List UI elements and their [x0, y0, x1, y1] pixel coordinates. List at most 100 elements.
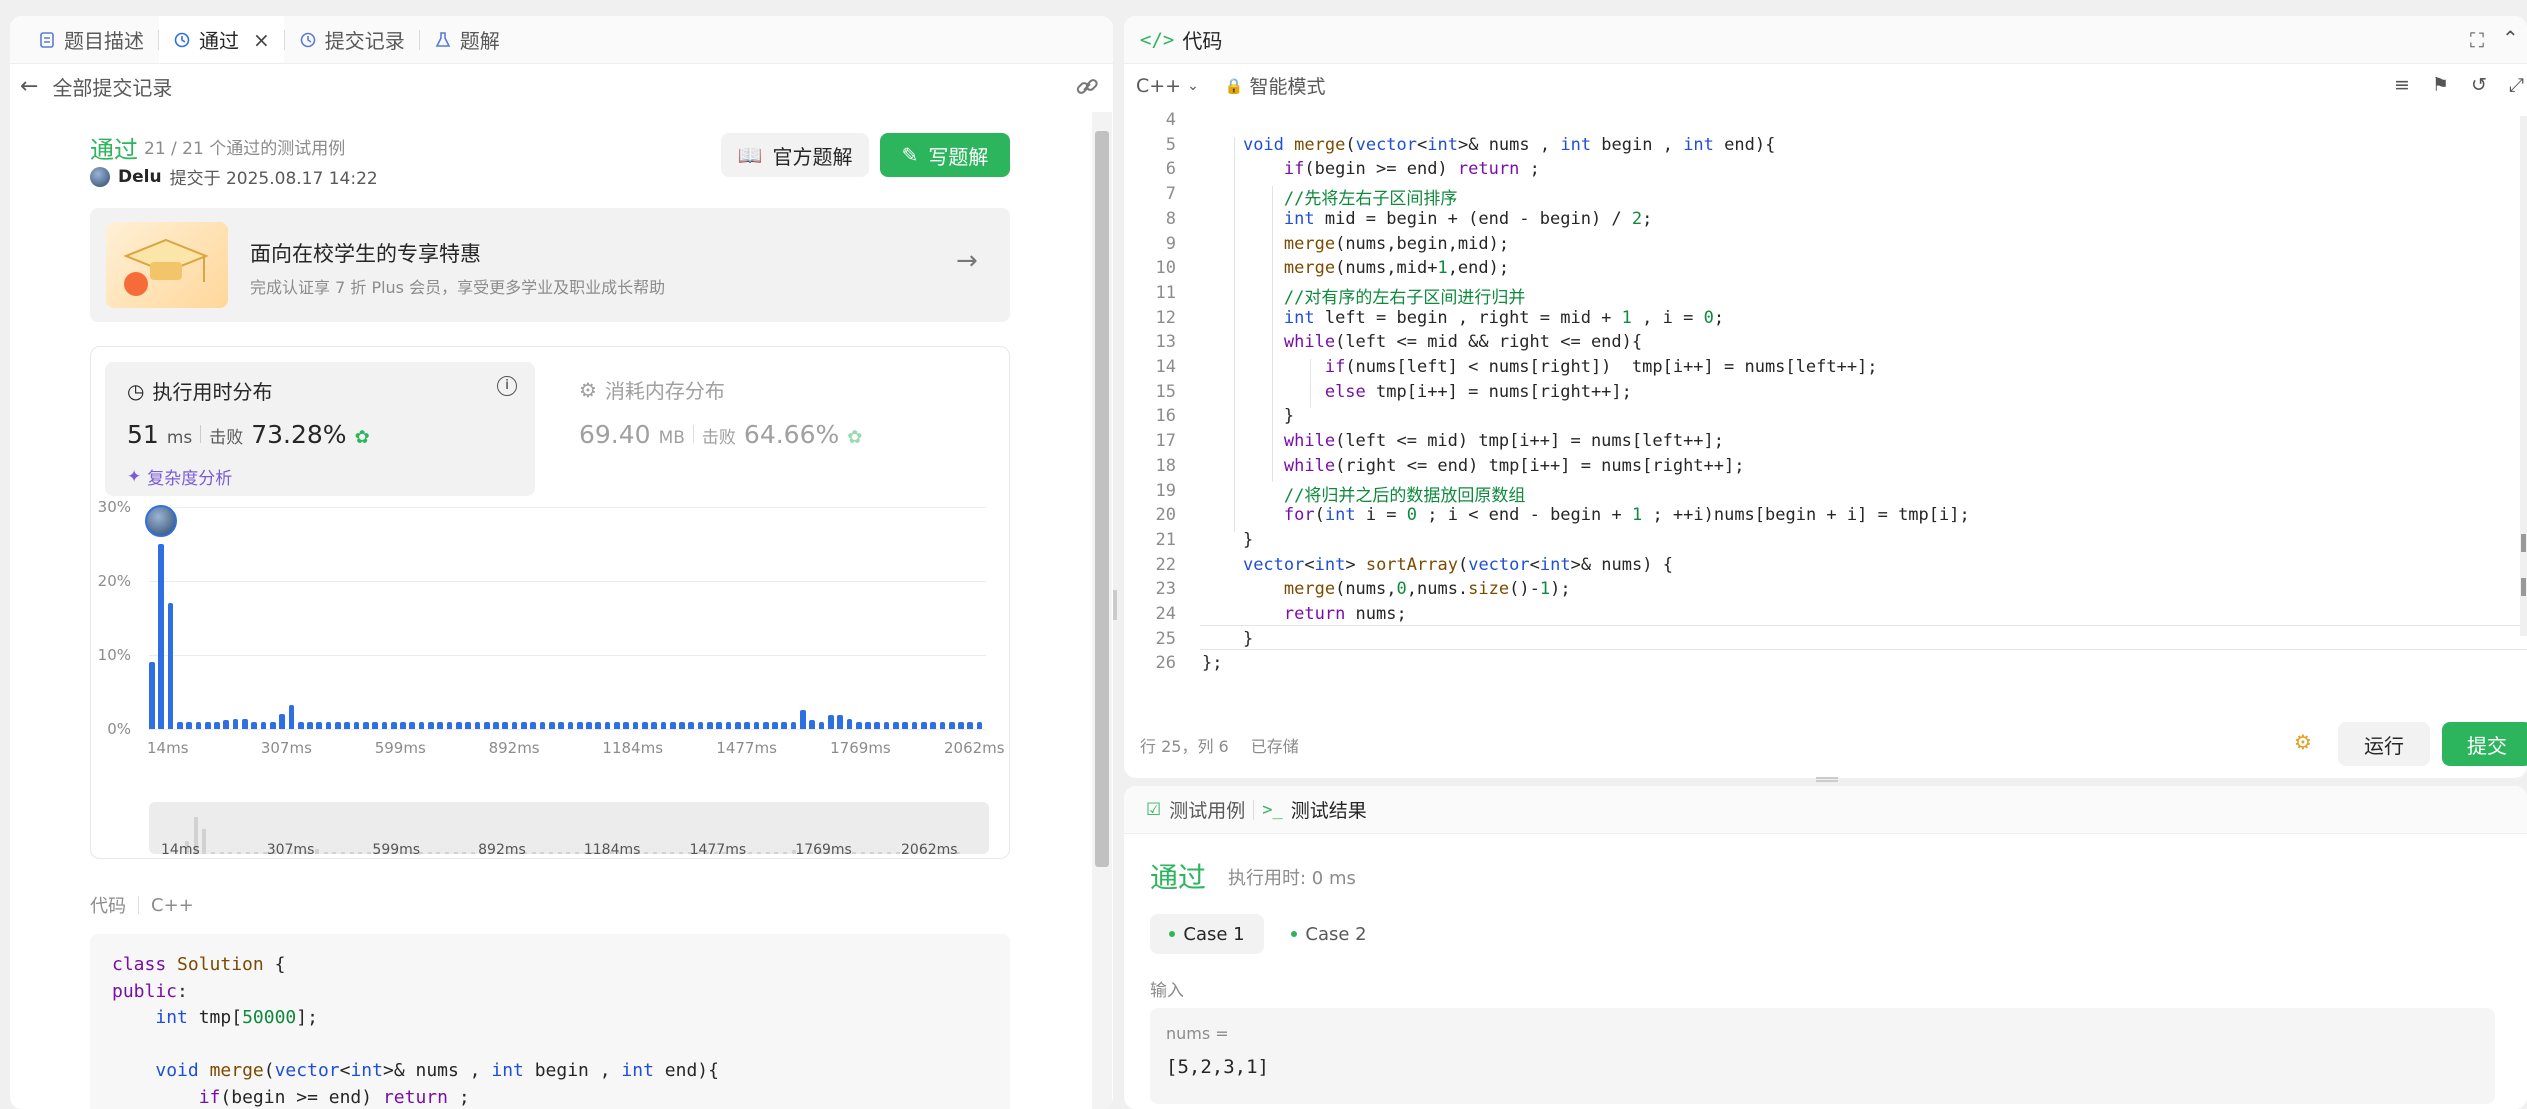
chart-bar[interactable] — [362, 721, 369, 729]
chart-bar[interactable] — [883, 721, 890, 729]
code-line[interactable]: merge(nums,mid+1,end); — [1202, 258, 1509, 278]
close-icon[interactable]: × — [253, 28, 270, 52]
scrollbar-thumb[interactable] — [1095, 131, 1109, 867]
language-select[interactable]: C++ ⌄ — [1136, 75, 1199, 97]
link-icon[interactable] — [1074, 74, 1100, 104]
chart-bar[interactable] — [325, 721, 332, 729]
chart-bar[interactable] — [204, 721, 211, 729]
code-line[interactable]: int mid = begin + (end - begin) / 2; — [1202, 209, 1653, 229]
chart-bar[interactable] — [409, 721, 416, 729]
tab-submissions[interactable]: 提交记录 — [285, 16, 419, 63]
chart-bar[interactable] — [958, 721, 964, 729]
chart-bar[interactable] — [195, 721, 202, 729]
chart-bar[interactable] — [865, 721, 871, 729]
chart-bar[interactable] — [669, 721, 676, 729]
chart-bar[interactable] — [781, 721, 788, 729]
tab-solutions[interactable]: 题解 — [420, 16, 514, 63]
chart-bar[interactable] — [335, 721, 341, 729]
code-line[interactable]: if(begin >= end) return ; — [1202, 159, 1540, 179]
code-line[interactable]: void merge(vector<int>& nums , int begin… — [1202, 135, 1775, 155]
chart-bar[interactable] — [493, 721, 499, 729]
code-line[interactable]: //将归并之后的数据放回原数组 — [1202, 481, 1525, 506]
runtime-chart[interactable]: 30% 20% 10% 0% 14ms 307ms 599ms 892ms 1184ms 1477… — [91, 497, 1011, 767]
code-line[interactable]: int left = begin , right = mid + 1 , i =… — [1202, 308, 1724, 328]
chart-bar[interactable] — [614, 721, 620, 729]
chart-bar[interactable] — [307, 721, 313, 729]
tab-testresults[interactable]: >_ 测试结果 — [1254, 786, 1375, 833]
collapse-icon[interactable]: ⌃ — [2502, 26, 2519, 50]
input-var-value[interactable]: [5,2,3,1] — [1166, 1056, 1269, 1078]
code-line[interactable]: } — [1202, 629, 1253, 649]
chart-bar[interactable] — [176, 721, 183, 729]
tab-description[interactable]: 题目描述 — [24, 16, 158, 63]
chart-bar[interactable] — [939, 721, 946, 729]
chart-bar[interactable] — [632, 721, 639, 729]
code-line[interactable]: } — [1202, 406, 1294, 426]
chart-bar[interactable] — [214, 721, 220, 729]
chart-bar[interactable] — [660, 721, 667, 729]
chart-bar[interactable] — [697, 721, 704, 729]
chart-bar[interactable] — [716, 721, 723, 729]
user-name[interactable]: Delu — [118, 167, 162, 187]
chart-bar[interactable] — [567, 721, 574, 729]
code-line[interactable]: } — [1202, 530, 1253, 550]
chart-bar[interactable] — [641, 721, 648, 729]
code-line[interactable]: while(right <= end) tmp[i++] = nums[righ… — [1202, 456, 1745, 476]
code-line[interactable]: merge(nums,begin,mid); — [1202, 234, 1509, 254]
chart-bar[interactable] — [744, 721, 750, 729]
code-line[interactable]: }; — [1202, 653, 1222, 673]
submit-button[interactable]: 提交 — [2442, 722, 2527, 766]
chart-bar[interactable] — [446, 721, 453, 729]
chart-bar[interactable] — [679, 721, 685, 729]
chart-bar[interactable] — [316, 721, 323, 729]
chart-bar[interactable] — [818, 721, 825, 729]
code-line[interactable]: //先将左右子区间排序 — [1202, 184, 1457, 209]
chart-bar[interactable] — [372, 721, 378, 729]
chart-bar[interactable] — [809, 720, 816, 729]
chart-bar[interactable] — [762, 721, 769, 729]
avatar[interactable] — [90, 166, 110, 187]
debug-icon[interactable]: ⚙ — [2294, 730, 2312, 754]
editor-scrollbar-thumb[interactable] — [2521, 534, 2526, 552]
submitted-code-block[interactable]: class Solution {public: int tmp[50000]; … — [90, 934, 1010, 1109]
case-1-tab[interactable]: Case 1 — [1150, 914, 1264, 954]
chart-bar[interactable] — [483, 721, 490, 729]
code-line[interactable]: vector<int> sortArray(vector<int>& nums)… — [1202, 555, 1673, 575]
bookmark-icon[interactable]: ⚑ — [2432, 74, 2449, 96]
chart-bar[interactable] — [790, 721, 797, 729]
editor-scrollbar[interactable] — [2520, 116, 2527, 636]
info-icon[interactable]: i — [497, 376, 517, 396]
chart-bar[interactable] — [548, 721, 555, 729]
fullscreen-icon[interactable]: ⛶ — [2470, 28, 2484, 52]
code-line[interactable]: for(int i = 0 ; i < end - begin + 1 ; ++… — [1202, 505, 1970, 525]
runtime-card[interactable]: ◷ 执行用时分布 i 51 ms 击败 73.28% ✿ ✦ 复杂度分析 — [105, 362, 535, 496]
run-button[interactable]: 运行 — [2338, 722, 2430, 766]
chart-bar[interactable] — [558, 721, 564, 729]
chart-bar[interactable] — [511, 721, 518, 729]
chart-bar[interactable] — [418, 721, 425, 729]
chart-bar[interactable] — [288, 705, 295, 729]
chart-bar[interactable] — [455, 721, 462, 729]
code-area[interactable]: 4 5 void merge(vector<int>& nums , int be… — [1124, 110, 2527, 700]
chart-bar[interactable] — [920, 721, 927, 729]
chart-bar[interactable] — [381, 721, 388, 729]
code-line[interactable]: merge(nums,0,nums.size()-1); — [1202, 579, 1571, 599]
chart-bar[interactable] — [251, 721, 258, 729]
tab-testcases[interactable]: ☑ 测试用例 — [1138, 786, 1253, 833]
chart-bar[interactable] — [911, 721, 918, 729]
write-solution-button[interactable]: ✎ 写题解 — [880, 133, 1010, 177]
code-line[interactable]: return nums; — [1202, 604, 1407, 624]
chart-bar[interactable] — [874, 721, 881, 729]
chart-bar[interactable] — [976, 721, 983, 729]
code-line[interactable]: if(nums[left] < nums[right]) tmp[i++] = … — [1202, 357, 1878, 377]
back-link[interactable]: ← 全部提交记录 — [20, 72, 172, 101]
chart-bar[interactable] — [353, 721, 360, 729]
chart-bar[interactable] — [521, 721, 527, 729]
chart-bar[interactable] — [242, 719, 248, 729]
promo-banner[interactable]: 面向在校学生的专享特惠 完成认证享 7 折 Plus 会员，享受更多学业及职业成… — [90, 208, 1010, 322]
user-avatar-marker[interactable] — [145, 505, 178, 537]
chart-bar[interactable] — [474, 721, 481, 729]
chart-bar[interactable] — [893, 721, 899, 729]
chart-bar[interactable] — [158, 544, 165, 729]
chart-bar[interactable] — [586, 721, 592, 729]
